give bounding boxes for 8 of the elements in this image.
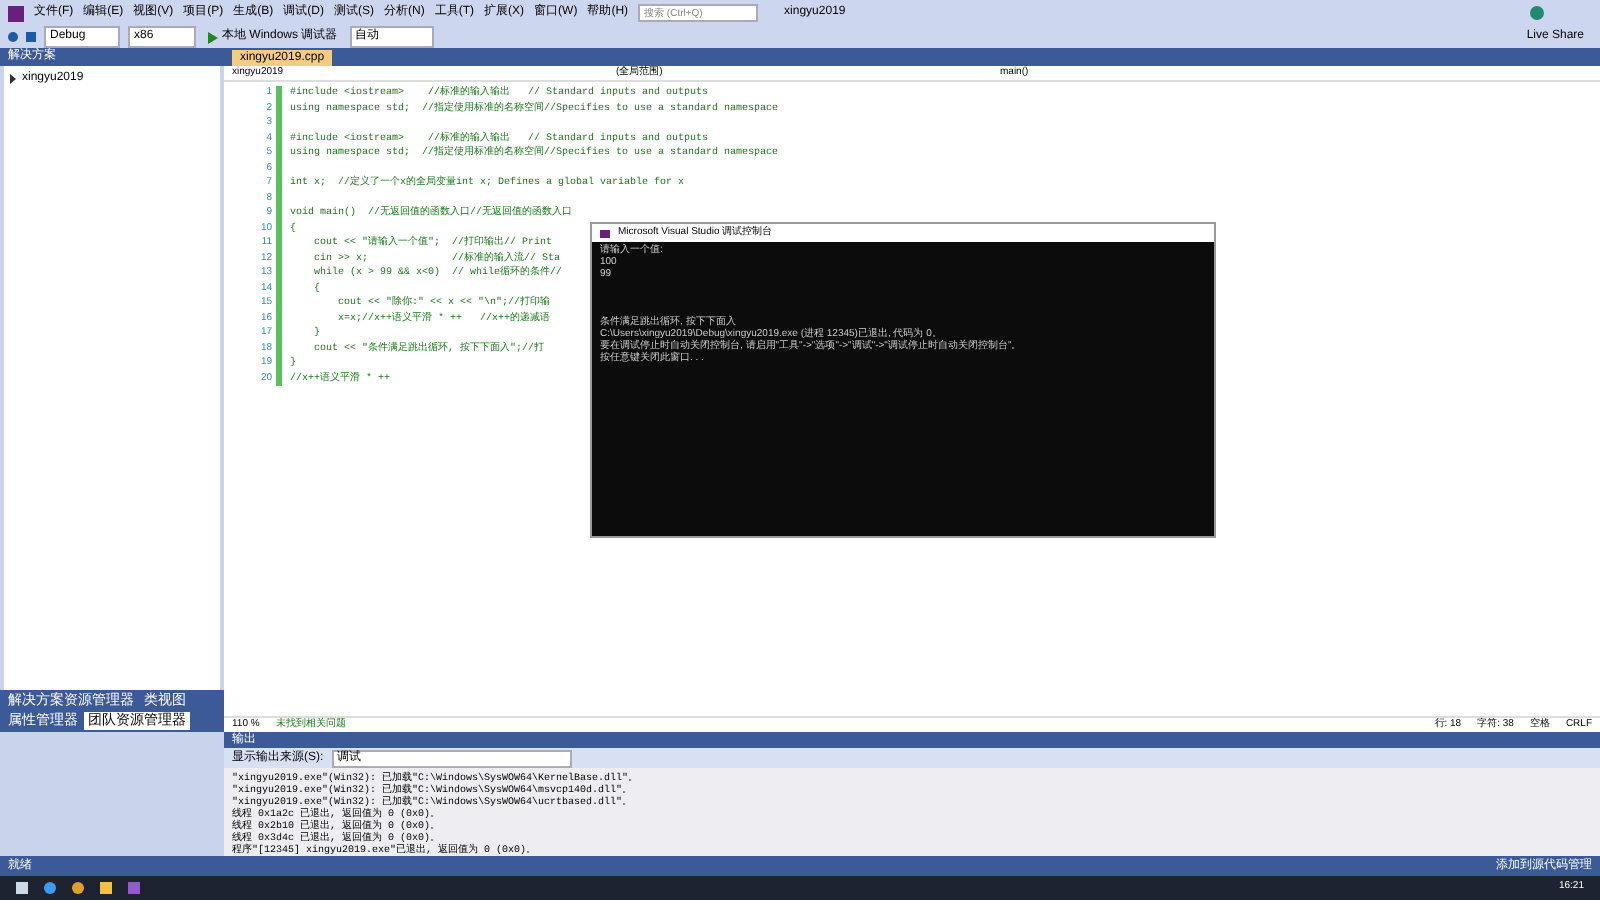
browser-icon[interactable]	[44, 882, 56, 894]
app-icon[interactable]	[72, 882, 84, 894]
back-icon[interactable]	[8, 32, 18, 42]
account-icon[interactable]	[1530, 6, 1544, 20]
expand-icon[interactable]	[8, 74, 18, 84]
play-icon	[208, 31, 218, 43]
app-logo-icon	[8, 5, 24, 21]
console-icon	[600, 229, 610, 237]
